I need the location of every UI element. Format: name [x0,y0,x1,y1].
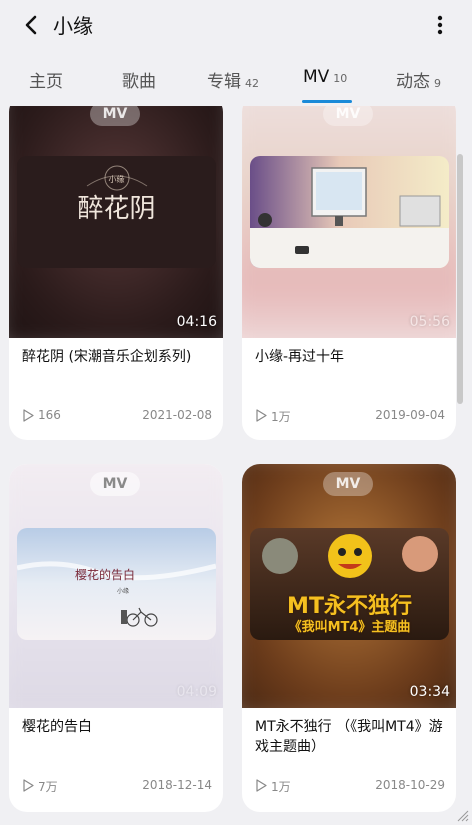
tab-albums[interactable]: 专辑 42 [207,67,259,97]
tab-songs-label: 歌曲 [122,72,156,92]
mv-card[interactable]: MV [242,464,456,812]
play-icon [23,779,34,792]
mv-duration: 03:34 [409,684,450,700]
tab-activity[interactable]: 动态 9 [396,67,441,97]
mv-thumbnail-art [17,528,216,640]
tab-mv[interactable]: MV 10 [303,67,347,97]
mv-thumbnail-text: 醉花阴 [77,194,156,224]
mv-meta: 7万 2018-12-14 [22,778,212,794]
play-icon [256,779,267,792]
mv-badge: MV [90,472,140,496]
mv-card[interactable]: MV [9,464,223,812]
mv-badge: MV [90,106,140,126]
play-icon [23,409,34,422]
mv-play-count: 1万 [271,410,291,424]
tab-home-label: 主页 [29,72,63,92]
mv-cover: MV [9,464,223,708]
mv-thumbnail-art [250,156,449,268]
mv-cover: MV [242,464,456,708]
mv-card[interactable]: MV [242,106,456,440]
mv-title: 醉花阴 (宋潮音乐企划系列) [22,349,192,365]
page-title: 小缘 [53,14,93,38]
more-vertical-icon [437,15,443,35]
artist-mv-page: 小缘 主页 歌曲 专辑 42 MV 10 动态 9 MV 醉花阴 小缘 04:1… [0,0,472,825]
tab-albums-count: 42 [245,77,259,90]
back-button[interactable] [18,11,46,39]
mv-date: 2018-10-29 [375,778,445,792]
tab-home[interactable]: 主页 [29,67,63,97]
mv-meta: 166 2021-02-08 [22,408,212,424]
mv-badge: MV [323,106,373,126]
back-arrow-icon [25,15,37,35]
mv-cover: MV 醉花阴 小缘 04:16 [9,106,223,338]
tab-activity-label: 动态 [396,72,430,92]
play-icon [256,409,267,422]
mv-cover: MV [242,106,456,338]
mv-title: 小缘-再过十年 [255,349,345,365]
mv-thumbnail: 樱花的告白 小缘 [17,528,216,640]
tab-mv-count: 10 [333,72,348,85]
mv-date: 2019-09-04 [375,408,445,422]
mv-duration: 05:56 [409,314,450,330]
mv-thumbnail [250,156,449,268]
mv-thumbnail: MT永不独行 《我叫MT4》主题曲 [250,528,449,640]
header: 小缘 [0,0,472,50]
mv-thumbnail: 醉花阴 小缘 [17,156,216,268]
active-tab-indicator [302,100,352,103]
tab-songs[interactable]: 歌曲 [122,67,156,97]
mv-thumbnail-subtext: 小缘 [117,588,130,595]
mv-play-count: 7万 [38,780,58,794]
tab-bar: 主页 歌曲 专辑 42 MV 10 动态 9 [0,52,472,106]
resize-grip-icon[interactable] [453,806,469,822]
mv-thumbnail-subtext: 小缘 [108,175,125,184]
mv-play-count: 1万 [271,780,291,794]
tab-activity-count: 9 [434,77,441,90]
scrollbar[interactable] [457,154,463,404]
mv-date: 2018-12-14 [142,778,212,792]
mv-title: MT永不独行 （《我叫MT4》游戏主题曲） [255,719,443,755]
mv-meta: 1万 2019-09-04 [255,408,445,424]
mv-duration: 04:16 [176,314,217,330]
mv-thumbnail-text: 樱花的告白 [75,568,136,582]
mv-grid[interactable]: MV 醉花阴 小缘 04:16 醉花阴 (宋潮音乐企划系列) 166 2021-… [0,106,472,825]
more-options-button[interactable] [426,12,454,40]
tab-albums-label: 专辑 [207,72,241,92]
mv-duration: 04:09 [176,684,217,700]
mv-play-count: 166 [38,408,61,422]
mv-title: 樱花的告白 [22,719,92,735]
mv-meta: 1万 2018-10-29 [255,778,445,794]
mv-date: 2021-02-08 [142,408,212,422]
mv-badge: MV [323,472,373,496]
tab-mv-label: MV [303,67,330,87]
mv-card[interactable]: MV 醉花阴 小缘 04:16 醉花阴 (宋潮音乐企划系列) 166 2021-… [9,106,223,440]
mv-thumbnail-subtext: 《我叫MT4》主题曲 [288,620,411,635]
